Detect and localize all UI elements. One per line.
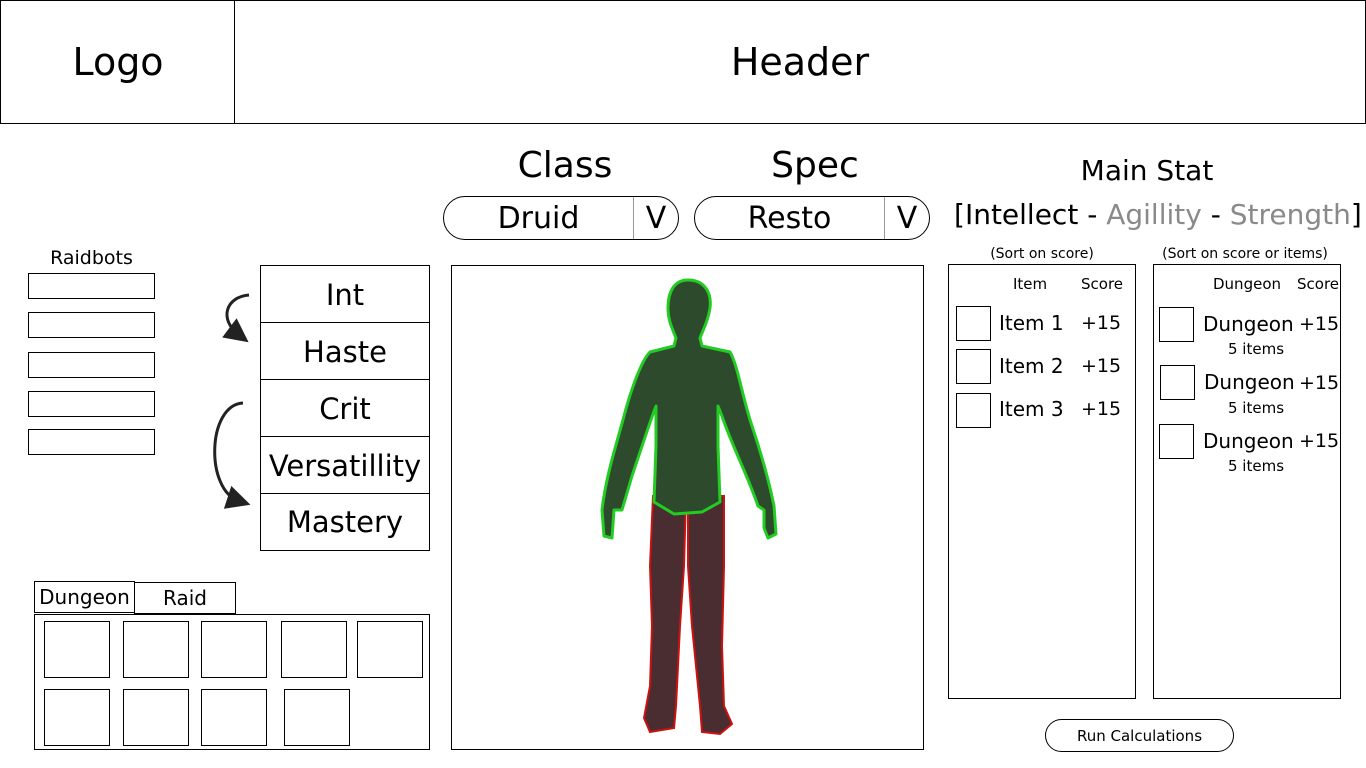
spec-dropdown-value: Resto — [747, 200, 832, 236]
raidbots-input-2[interactable] — [28, 312, 155, 338]
stat-int[interactable]: Int — [260, 265, 430, 323]
item-score: +15 — [1081, 398, 1122, 420]
raidbots-input-1[interactable] — [28, 273, 155, 299]
raidbots-input-5[interactable] — [28, 429, 155, 455]
class-dropdown-arrow[interactable]: V — [633, 197, 678, 239]
item-name: Item 3 — [999, 397, 1064, 421]
spec-title: Spec — [771, 145, 859, 186]
separator: - — [1078, 198, 1107, 231]
curved-arrow-icon — [222, 293, 250, 343]
bracket-close: ] — [1350, 198, 1362, 231]
item-checkbox[interactable] — [956, 393, 991, 428]
item-score: +15 — [1081, 312, 1122, 334]
dungeon-checkbox[interactable] — [1160, 365, 1195, 400]
separator: - — [1201, 198, 1230, 231]
tab-raid[interactable]: Raid — [134, 582, 236, 614]
legs-slot — [642, 495, 734, 736]
main-stat-options: [Intellect - Agillity - Strength] — [954, 198, 1362, 231]
class-title: Class — [517, 145, 613, 186]
dungeon-name: Dungeon — [1203, 429, 1294, 453]
dungeon-score: +15 — [1299, 430, 1340, 452]
items-header-score[interactable]: Score — [1081, 275, 1123, 293]
raidbots-input-3[interactable] — [28, 352, 155, 378]
slot-box[interactable] — [123, 689, 189, 746]
stat-versatility[interactable]: Versatillity — [260, 436, 430, 494]
curved-arrow-icon — [213, 401, 251, 509]
items-header-item[interactable]: Item — [1013, 275, 1047, 293]
raidbots-label: Raidbots — [50, 247, 133, 269]
slot-box[interactable] — [357, 621, 423, 678]
spec-dropdown-arrow[interactable]: V — [884, 197, 929, 239]
slot-box[interactable] — [281, 621, 347, 678]
dungeon-item-count: 5 items — [1228, 399, 1285, 417]
dungeon-checkbox[interactable] — [1159, 307, 1194, 342]
dungeon-score: +15 — [1299, 313, 1340, 335]
dungeon-name: Dungeon — [1204, 370, 1295, 394]
main-stat-title: Main Stat — [1080, 153, 1214, 187]
dungeon-checkbox[interactable] — [1159, 424, 1194, 459]
items-sort-label[interactable]: (Sort on score) — [948, 245, 1136, 263]
item-checkbox[interactable] — [956, 349, 991, 384]
class-dropdown-value: Druid — [497, 200, 580, 236]
stat-crit[interactable]: Crit — [260, 379, 430, 437]
slot-box[interactable] — [44, 689, 110, 746]
stat-haste[interactable]: Haste — [260, 322, 430, 380]
run-calculations-button[interactable]: Run Calculations — [1045, 719, 1234, 752]
dungeon-item-count: 5 items — [1228, 340, 1285, 358]
item-name: Item 2 — [999, 354, 1064, 378]
dungeon-header-score[interactable]: Score — [1297, 275, 1339, 293]
character-panel — [451, 265, 924, 750]
stat-mastery[interactable]: Mastery — [260, 493, 430, 551]
slot-box[interactable] — [201, 689, 267, 746]
main-stat-agility[interactable]: Agillity — [1106, 198, 1202, 231]
page-header: Header — [234, 0, 1366, 124]
dungeon-sort-label[interactable]: (Sort on score or items) — [1150, 245, 1340, 263]
spec-dropdown[interactable]: Resto V — [694, 196, 930, 240]
item-checkbox[interactable] — [956, 306, 991, 341]
reorder-arrows-icon — [213, 293, 251, 509]
slot-box[interactable] — [201, 621, 267, 678]
dungeon-header-dungeon[interactable]: Dungeon — [1213, 275, 1281, 293]
logo[interactable]: Logo — [0, 0, 236, 124]
slot-box[interactable] — [123, 621, 189, 678]
slot-box[interactable] — [44, 621, 110, 678]
dungeon-name: Dungeon — [1203, 312, 1294, 336]
class-dropdown[interactable]: Druid V — [443, 196, 679, 240]
slot-box[interactable] — [284, 689, 350, 746]
character-figure-icon — [600, 278, 778, 736]
item-name: Item 1 — [999, 311, 1064, 335]
item-score: +15 — [1081, 355, 1122, 377]
raidbots-input-4[interactable] — [28, 391, 155, 417]
main-stat-strength[interactable]: Strength — [1230, 198, 1351, 231]
torso-slot — [600, 278, 778, 540]
tab-dungeon[interactable]: Dungeon — [34, 581, 135, 613]
main-stat-intellect[interactable]: Intellect — [965, 198, 1078, 231]
dungeon-score: +15 — [1299, 372, 1340, 394]
dungeon-item-count: 5 items — [1228, 457, 1285, 475]
bracket-open: [ — [954, 198, 965, 231]
